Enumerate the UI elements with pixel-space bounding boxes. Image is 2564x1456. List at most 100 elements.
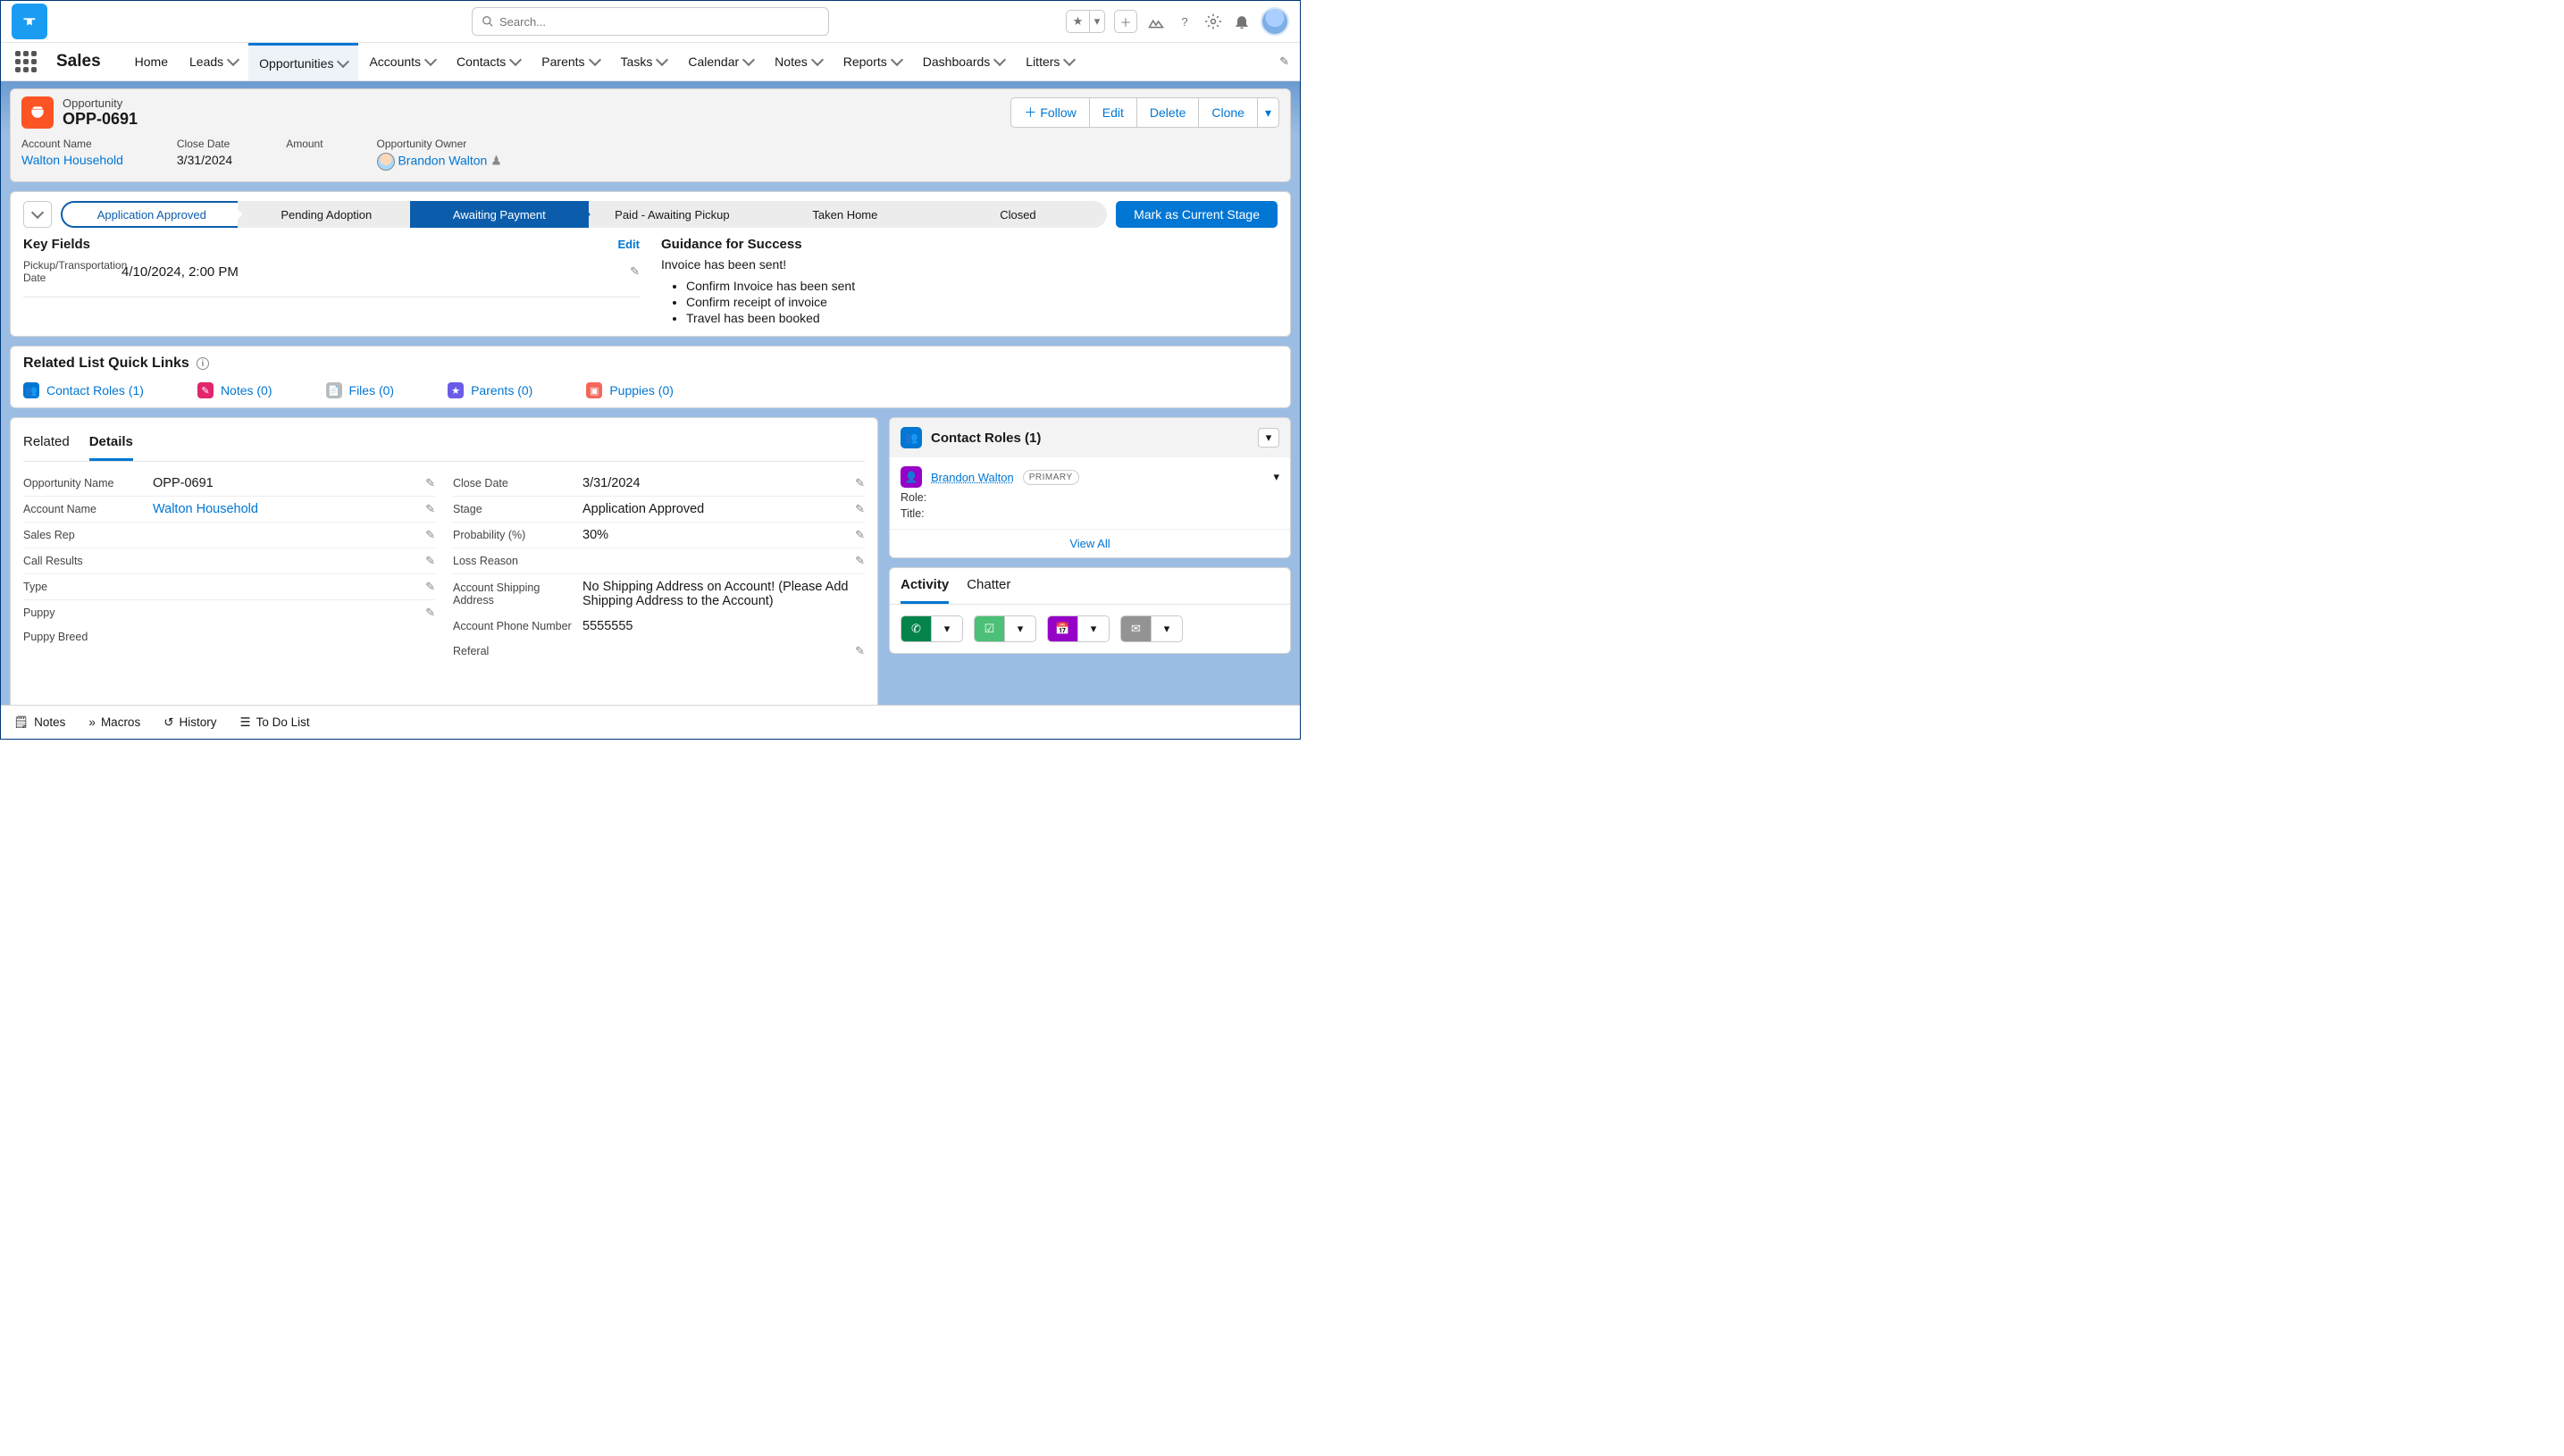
new-task-button[interactable]: ☑▾ <box>974 615 1036 642</box>
utility-history[interactable]: ↺History <box>163 715 216 730</box>
ql-notes[interactable]: ✎Notes (0) <box>197 382 272 398</box>
highlight-label: Amount <box>286 138 323 150</box>
path-step-taken-home[interactable]: Taken Home <box>756 201 934 228</box>
chevron-down-icon[interactable] <box>227 54 239 66</box>
path-step-paid-awaiting-pickup[interactable]: Paid - Awaiting Pickup <box>583 201 762 228</box>
pencil-icon[interactable]: ✎ <box>855 644 865 658</box>
tab-chatter[interactable]: Chatter <box>967 577 1010 604</box>
ql-parents[interactable]: ★Parents (0) <box>448 382 532 398</box>
pencil-icon[interactable]: ✎ <box>425 502 435 516</box>
pencil-icon[interactable]: ✎ <box>630 264 640 279</box>
chevron-down-icon[interactable] <box>1063 54 1076 66</box>
detail-value-link[interactable]: Walton Household <box>153 502 425 516</box>
follow-button[interactable]: ＋ Follow <box>1010 97 1089 128</box>
nav-item-dashboards[interactable]: Dashboards <box>912 43 1016 80</box>
path-step-closed[interactable]: Closed <box>929 201 1108 228</box>
app-launcher-icon[interactable] <box>12 47 40 76</box>
chevron-down-icon[interactable] <box>424 54 437 66</box>
pencil-icon[interactable]: ✎ <box>425 606 435 620</box>
contact-actions-menu[interactable]: ▾ <box>1273 470 1279 484</box>
trailhead-icon[interactable] <box>1146 12 1166 31</box>
chevron-down-icon[interactable] <box>891 54 903 66</box>
info-icon[interactable]: i <box>197 357 209 370</box>
favorites-split[interactable]: ★ ▾ <box>1066 10 1105 33</box>
edit-nav-pencil-icon[interactable]: ✎ <box>1279 54 1289 69</box>
favorites-dropdown[interactable]: ▾ <box>1089 10 1105 33</box>
ql-files[interactable]: 📄Files (0) <box>326 382 395 398</box>
global-search[interactable] <box>472 7 829 36</box>
detail-value: 30% <box>582 528 855 542</box>
pencil-icon[interactable]: ✎ <box>425 476 435 490</box>
nav-item-home[interactable]: Home <box>124 43 179 80</box>
detail-label: Probability (%) <box>453 529 582 541</box>
record-name: OPP-0691 <box>63 110 138 129</box>
nav-item-accounts[interactable]: Accounts <box>358 43 446 80</box>
key-fields-edit-link[interactable]: Edit <box>617 238 640 251</box>
chevron-down-icon[interactable] <box>656 54 668 66</box>
chevron-down-icon[interactable]: ▾ <box>1005 616 1035 641</box>
setup-gear-icon[interactable] <box>1203 12 1223 31</box>
ql-puppies[interactable]: ▣Puppies (0) <box>586 382 674 398</box>
clone-button[interactable]: Clone <box>1199 97 1258 128</box>
nav-item-litters[interactable]: Litters <box>1015 43 1085 80</box>
more-actions-button[interactable]: ▾ <box>1258 97 1279 128</box>
owner-link[interactable]: Brandon Walton <box>398 154 487 168</box>
chevron-down-icon[interactable]: ▾ <box>1152 616 1182 641</box>
plus-icon[interactable]: ＋ <box>1114 10 1137 33</box>
guidance-item: Confirm Invoice has been sent <box>686 279 1278 293</box>
star-icon[interactable]: ★ <box>1066 10 1089 33</box>
pencil-icon[interactable]: ✎ <box>425 554 435 568</box>
nav-item-leads[interactable]: Leads <box>179 43 248 80</box>
account-name-link[interactable]: Walton Household <box>21 153 123 167</box>
nav-item-notes[interactable]: Notes <box>764 43 833 80</box>
pencil-icon[interactable]: ✎ <box>425 528 435 542</box>
tab-activity[interactable]: Activity <box>901 577 949 604</box>
delete-button[interactable]: Delete <box>1137 97 1199 128</box>
nav-items: Home Leads Opportunities Accounts Contac… <box>124 43 1085 80</box>
contact-roles-menu[interactable]: ▾ <box>1258 428 1279 448</box>
path-step-awaiting-payment[interactable]: Awaiting Payment <box>410 201 589 228</box>
chevron-down-icon[interactable] <box>509 54 522 66</box>
nav-item-parents[interactable]: Parents <box>531 43 609 80</box>
pencil-icon[interactable]: ✎ <box>855 554 865 568</box>
new-event-button[interactable]: 📅▾ <box>1047 615 1110 642</box>
nav-item-contacts[interactable]: Contacts <box>446 43 531 80</box>
utility-todo[interactable]: ☰To Do List <box>240 715 310 730</box>
log-call-button[interactable]: ✆▾ <box>901 615 963 642</box>
nav-item-calendar[interactable]: Calendar <box>677 43 764 80</box>
chevron-down-icon[interactable] <box>742 54 755 66</box>
pencil-icon[interactable]: ✎ <box>855 502 865 516</box>
path-collapse-toggle[interactable] <box>23 201 52 228</box>
utility-macros[interactable]: »Macros <box>88 715 140 729</box>
help-icon[interactable]: ? <box>1175 12 1194 31</box>
search-input[interactable] <box>499 15 819 29</box>
pencil-icon[interactable]: ✎ <box>855 528 865 542</box>
user-avatar[interactable] <box>1261 7 1289 36</box>
change-owner-icon[interactable]: ♟ <box>490 154 502 168</box>
nav-item-reports[interactable]: Reports <box>833 43 912 80</box>
chevron-down-icon[interactable] <box>993 54 1006 66</box>
email-button[interactable]: ✉▾ <box>1120 615 1183 642</box>
ql-label: Parents (0) <box>471 383 532 397</box>
chevron-down-icon[interactable]: ▾ <box>1078 616 1109 641</box>
tab-details[interactable]: Details <box>89 431 133 461</box>
tab-related[interactable]: Related <box>23 431 70 461</box>
pencil-icon[interactable]: ✎ <box>425 580 435 594</box>
path-step-pending-adoption[interactable]: Pending Adoption <box>238 201 416 228</box>
view-all-link[interactable]: View All <box>890 529 1290 557</box>
chevron-down-icon[interactable] <box>337 54 349 67</box>
cloud-logo[interactable] <box>12 4 47 39</box>
path-step-application-approved[interactable]: Application Approved <box>61 201 243 228</box>
chevron-down-icon[interactable] <box>811 54 824 66</box>
utility-notes[interactable]: 🗒Notes <box>13 715 65 730</box>
mark-as-current-stage-button[interactable]: Mark as Current Stage <box>1116 201 1278 228</box>
chevron-down-icon[interactable] <box>588 54 600 66</box>
nav-item-tasks[interactable]: Tasks <box>610 43 678 80</box>
contact-name-link[interactable]: Brandon Walton <box>931 471 1014 484</box>
notifications-bell-icon[interactable] <box>1232 12 1252 31</box>
nav-item-opportunities[interactable]: Opportunities <box>248 43 358 80</box>
edit-button[interactable]: Edit <box>1090 97 1137 128</box>
ql-contact-roles[interactable]: 👥Contact Roles (1) <box>23 382 144 398</box>
pencil-icon[interactable]: ✎ <box>855 476 865 490</box>
chevron-down-icon[interactable]: ▾ <box>932 616 962 641</box>
